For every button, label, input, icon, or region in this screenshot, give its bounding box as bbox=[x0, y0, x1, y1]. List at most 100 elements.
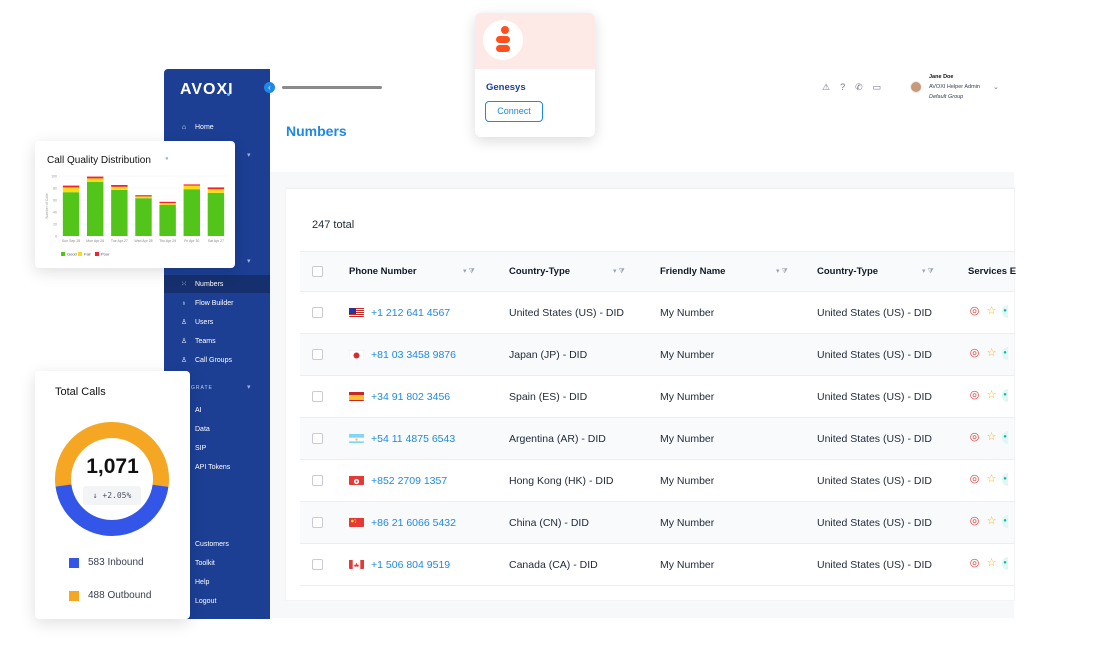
total-calls-value: 1,071 bbox=[86, 455, 139, 478]
sidebar-item-home[interactable]: ⌂ Home bbox=[164, 118, 270, 136]
legend-swatch bbox=[61, 252, 65, 256]
service-badge-icon[interactable]: ● bbox=[1002, 431, 1008, 444]
y-tick-label: 100 bbox=[51, 175, 57, 179]
genesys-logo-icon bbox=[496, 26, 510, 52]
phone-number-link[interactable]: +852 2709 1357 bbox=[371, 475, 447, 487]
sort-filter-icon[interactable]: ▾ ⧩ bbox=[776, 267, 788, 276]
sidebar-collapse-button[interactable]: ‹ bbox=[264, 82, 275, 93]
sidebar-item-label: Home bbox=[195, 123, 214, 131]
chevron-down-icon[interactable]: ▾ bbox=[247, 257, 251, 265]
target-icon[interactable]: ◎ bbox=[968, 389, 981, 402]
total-calls-delta: ↓ +2.05% bbox=[83, 486, 141, 505]
genesys-card: Genesys Connect bbox=[475, 13, 595, 137]
table-row[interactable]: +1 506 804 9519 Canada (CA) - DID My Numbe… bbox=[300, 544, 1014, 586]
chevron-down-icon[interactable]: ▾ bbox=[247, 383, 251, 391]
star-icon[interactable]: ☆ bbox=[985, 515, 998, 528]
y-tick-label: 40 bbox=[53, 211, 57, 215]
row-checkbox[interactable] bbox=[312, 349, 323, 360]
call-quality-chart: 0 20 40 60 80 100 Number of Calls Sun Sep 25 Mon… bbox=[45, 175, 228, 257]
total-calls-delta-value: +2.05% bbox=[102, 491, 132, 500]
connect-button[interactable]: Connect bbox=[485, 101, 543, 122]
service-badge-icon[interactable]: ● bbox=[1002, 347, 1008, 360]
sidebar-item-label: Call Groups bbox=[195, 356, 232, 364]
table-row[interactable]: +81 03 3458 9876 Japan (JP) - DID My Numbe… bbox=[300, 334, 1014, 376]
phone-number-link[interactable]: +1 212 641 4567 bbox=[371, 307, 450, 319]
star-icon[interactable]: ☆ bbox=[985, 557, 998, 570]
bar-fair bbox=[183, 185, 200, 190]
bar-good bbox=[87, 182, 104, 236]
target-icon[interactable]: ◎ bbox=[968, 557, 981, 570]
phone-number-link[interactable]: +1 506 804 9519 bbox=[371, 559, 450, 571]
phone-number-link[interactable]: +34 91 802 3456 bbox=[371, 391, 450, 403]
column-header-phone[interactable]: Phone Number bbox=[349, 266, 417, 277]
star-icon[interactable]: ☆ bbox=[985, 305, 998, 318]
table-row[interactable]: +86 21 6066 5432 China (CN) - DID My Numbe… bbox=[300, 502, 1014, 544]
target-icon[interactable]: ◎ bbox=[968, 305, 981, 318]
friendly-name-cell: My Number bbox=[660, 433, 715, 445]
column-header-friendly-name[interactable]: Friendly Name bbox=[660, 266, 725, 277]
target-icon[interactable]: ◎ bbox=[968, 347, 981, 360]
avatar[interactable] bbox=[910, 81, 922, 93]
row-checkbox[interactable] bbox=[312, 307, 323, 318]
service-badge-icon[interactable]: ● bbox=[1002, 389, 1008, 402]
bar-poor bbox=[87, 176, 104, 179]
sort-filter-icon[interactable]: ▾ ⧩ bbox=[463, 267, 475, 276]
country-type-cell: Canada (CA) - DID bbox=[509, 559, 598, 571]
sort-filter-icon[interactable]: ▾ ⧩ bbox=[922, 267, 934, 276]
chevron-down-icon[interactable]: ⌄ bbox=[993, 83, 999, 91]
target-icon[interactable]: ◎ bbox=[968, 473, 981, 486]
row-checkbox[interactable] bbox=[312, 475, 323, 486]
total-calls-title: Total Calls bbox=[55, 386, 106, 398]
phone-number-link[interactable]: +86 21 6066 5432 bbox=[371, 517, 456, 529]
country-type-cell-2: United States (US) - DID bbox=[817, 307, 932, 319]
country-type-cell: Argentina (AR) - DID bbox=[509, 433, 606, 445]
column-header-country-type[interactable]: Country-Type bbox=[509, 266, 570, 277]
sidebar-item-numbers[interactable]: ⁙ Numbers bbox=[164, 275, 270, 293]
sidebar-item-teams[interactable]: ♙ Teams bbox=[164, 332, 270, 350]
alert-icon[interactable]: ⚠ bbox=[822, 82, 830, 93]
column-header-country-type-2[interactable]: Country-Type bbox=[817, 266, 878, 277]
service-badge-icon[interactable]: ● bbox=[1002, 515, 1008, 528]
country-type-cell: China (CN) - DID bbox=[509, 517, 589, 529]
chevron-down-icon[interactable]: ▾ bbox=[247, 151, 251, 159]
phone-icon[interactable]: ✆ bbox=[855, 82, 863, 93]
sort-filter-icon[interactable]: ▾ ⧩ bbox=[613, 267, 625, 276]
screen: AVOXI ⌂ Home ▾ ▾ ⁙ Numbers ♁ Flow Builde… bbox=[0, 0, 1100, 650]
table-row[interactable]: +852 2709 1357 Hong Kong (HK) - DID My Num… bbox=[300, 460, 1014, 502]
row-checkbox[interactable] bbox=[312, 391, 323, 402]
help-icon[interactable]: ? bbox=[840, 82, 845, 93]
sidebar-item-flow-builder[interactable]: ♁ Flow Builder bbox=[164, 294, 270, 312]
service-badge-icon[interactable]: ● bbox=[1002, 305, 1008, 318]
table-row[interactable]: +34 91 802 3456 Spain (ES) - DID My Number… bbox=[300, 376, 1014, 418]
row-checkbox[interactable] bbox=[312, 433, 323, 444]
genesys-logo bbox=[483, 20, 523, 60]
target-icon[interactable]: ◎ bbox=[968, 431, 981, 444]
select-all-checkbox[interactable] bbox=[312, 266, 323, 277]
home-icon: ⌂ bbox=[181, 123, 187, 131]
country-type-cell-2: United States (US) - DID bbox=[817, 349, 932, 361]
star-icon[interactable]: ☆ bbox=[985, 473, 998, 486]
sidebar-item-users[interactable]: ♙ Users bbox=[164, 313, 270, 331]
phone-number-link[interactable]: +54 11 4875 6543 bbox=[371, 433, 455, 445]
table-row[interactable]: +54 11 4875 6543 Argentina (AR) - DID My N… bbox=[300, 418, 1014, 460]
row-checkbox[interactable] bbox=[312, 559, 323, 570]
sidebar-item-call-groups[interactable]: ♙ Call Groups bbox=[164, 351, 270, 369]
service-badge-icon[interactable]: ● bbox=[1002, 557, 1008, 570]
star-icon[interactable]: ☆ bbox=[985, 389, 998, 402]
avoxi-logo[interactable]: AVOXI bbox=[180, 81, 234, 99]
star-icon[interactable]: ☆ bbox=[985, 347, 998, 360]
target-icon[interactable]: ◎ bbox=[968, 515, 981, 528]
star-icon[interactable]: ☆ bbox=[985, 431, 998, 444]
row-checkbox[interactable] bbox=[312, 517, 323, 528]
country-type-cell-2: United States (US) - DID bbox=[817, 391, 932, 403]
bar-good bbox=[159, 204, 176, 236]
column-header-services[interactable]: Services E bbox=[968, 266, 1016, 277]
grid-icon: ⁙ bbox=[181, 281, 187, 288]
table-row[interactable]: +1 212 641 4567 United States (US) - DID M… bbox=[300, 292, 1014, 334]
country-type-cell-2: United States (US) - DID bbox=[817, 517, 932, 529]
x-tick-label: Sat Apr 27 bbox=[208, 239, 224, 243]
service-badge-icon[interactable]: ● bbox=[1002, 473, 1008, 486]
message-icon[interactable]: ▭ bbox=[873, 82, 882, 93]
total-calls-donut bbox=[54, 422, 169, 536]
phone-number-link[interactable]: +81 03 3458 9876 bbox=[371, 349, 456, 361]
